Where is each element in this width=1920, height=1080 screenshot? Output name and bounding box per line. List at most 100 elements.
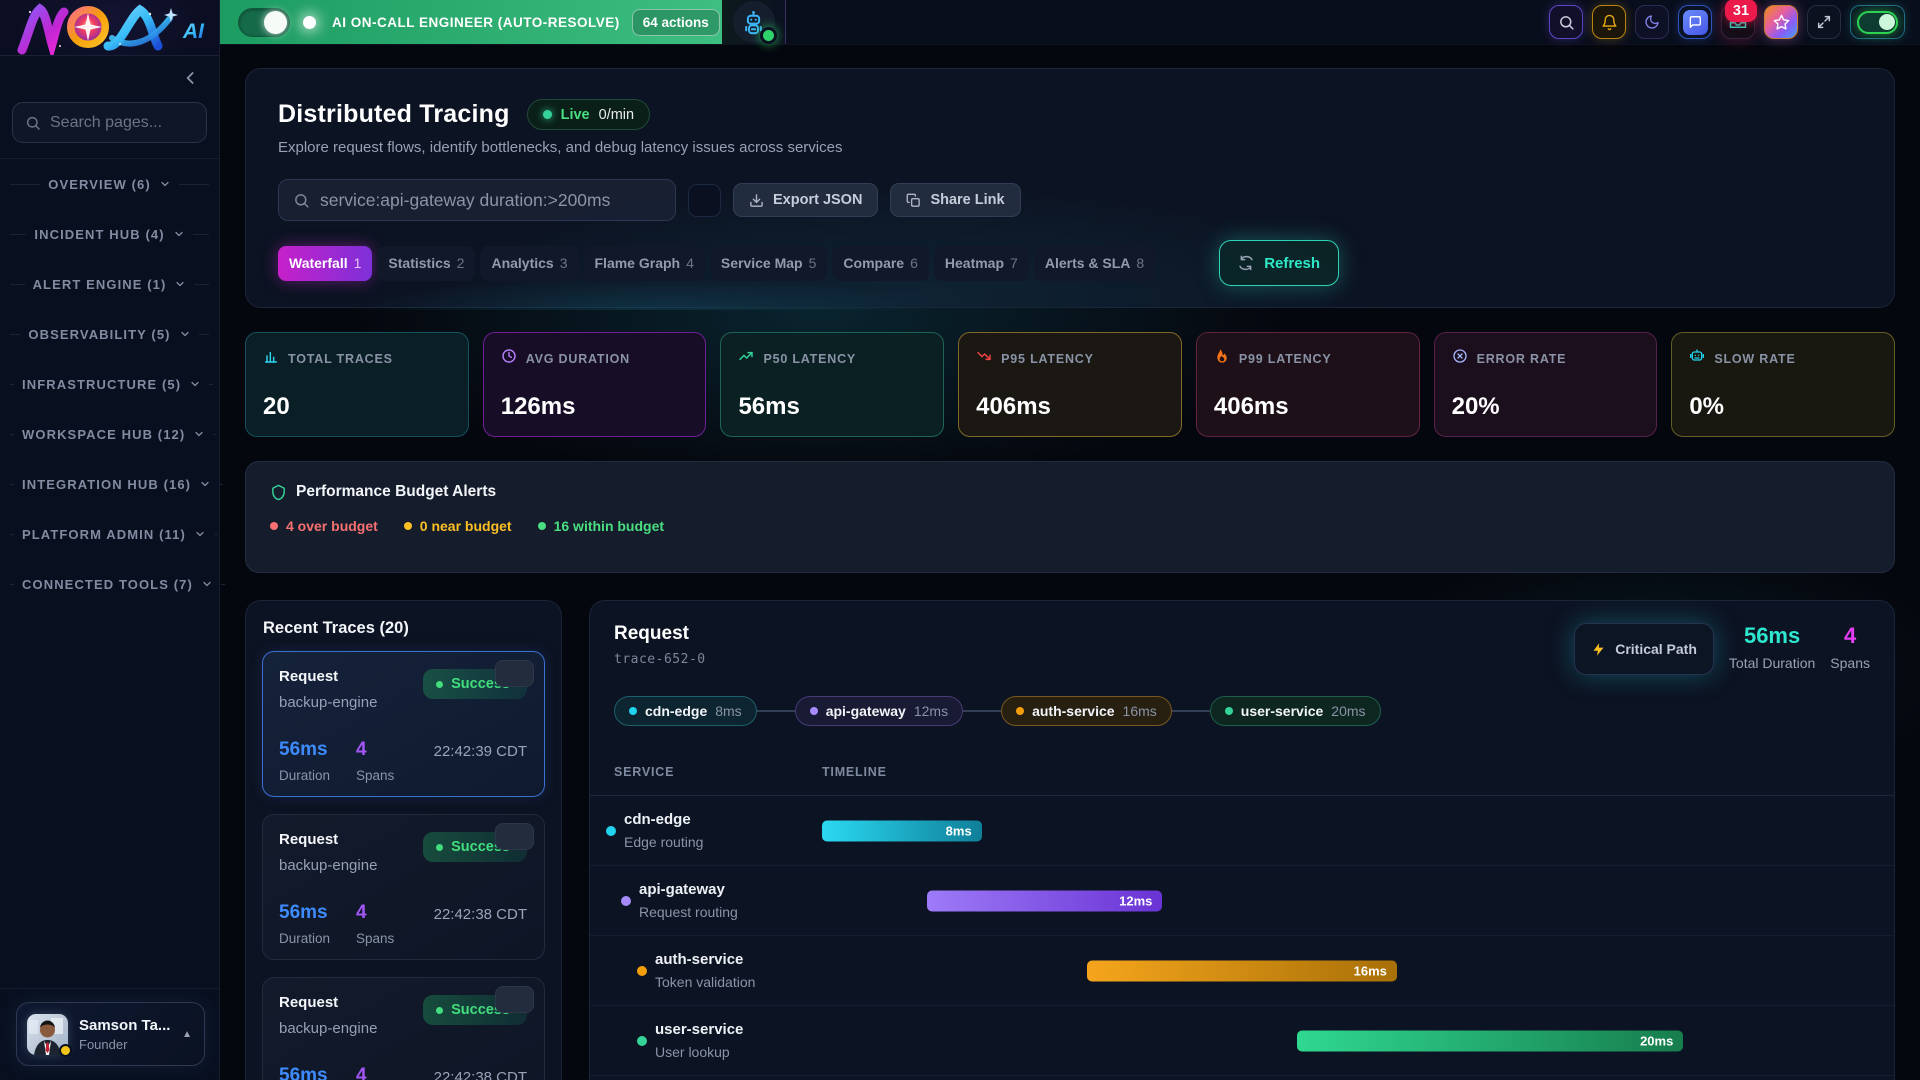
tab-heatmap[interactable]: Heatmap7 — [934, 246, 1029, 281]
status-dot — [270, 522, 278, 530]
tab-alerts-sla[interactable]: Alerts & SLA8 — [1034, 246, 1155, 281]
trace-time: 22:42:38 CDT — [434, 1069, 527, 1080]
expand-icon — [1816, 14, 1832, 30]
span-row-user-service[interactable]: user-serviceUser lookup 20ms — [590, 1006, 1894, 1076]
chat-button[interactable] — [1678, 5, 1712, 39]
robot-icon — [1689, 348, 1705, 369]
budget-near: 0 near budget — [404, 518, 512, 534]
service-chip-cdn-edge[interactable]: cdn-edge8ms — [614, 696, 757, 726]
stat-card-total-traces: TOTAL TRACES 20 — [245, 332, 469, 437]
fullscreen-button[interactable] — [1807, 5, 1841, 39]
sidebar-collapse-button[interactable] — [181, 68, 201, 88]
oncall-toggle[interactable] — [238, 8, 290, 37]
trace-spans: 4 — [356, 902, 394, 924]
chevron-down-icon — [194, 528, 206, 540]
budget-title: Performance Budget Alerts — [296, 483, 496, 501]
topbar: AI ON-CALL ENGINEER (AUTO-RESOLVE) 64 ac… — [220, 0, 1920, 45]
span-bar[interactable]: 12ms — [927, 890, 1163, 911]
tab-waterfall[interactable]: Waterfall1 — [278, 246, 372, 281]
service-chip-auth-service[interactable]: auth-service16ms — [1001, 696, 1172, 726]
tab-flame-graph[interactable]: Flame Graph4 — [584, 246, 705, 281]
service-dot — [637, 966, 647, 976]
status-dot — [538, 522, 546, 530]
topbar-toggle[interactable] — [1850, 5, 1905, 39]
stat-value: 20 — [263, 393, 451, 421]
sidebar-search-input[interactable] — [50, 114, 194, 132]
tab-compare[interactable]: Compare6 — [832, 246, 928, 281]
status-overlay-box — [495, 660, 534, 687]
chevron-down-icon — [173, 228, 185, 240]
chevron-down-icon — [159, 178, 171, 190]
search-icon — [25, 115, 41, 131]
export-json-button[interactable]: Export JSON — [733, 183, 878, 217]
trace-time: 22:42:39 CDT — [434, 743, 527, 760]
sidebar-search[interactable] — [12, 102, 207, 143]
assistant-robot-button[interactable] — [733, 1, 775, 43]
user-card[interactable]: Samson Ta... Founder ▲ — [16, 1002, 205, 1066]
stat-card-avg-duration: AVG DURATION 126ms — [483, 332, 707, 437]
trace-query-box[interactable] — [278, 179, 676, 221]
span-bar[interactable]: 20ms — [1297, 1030, 1683, 1051]
query-option-box[interactable] — [688, 184, 721, 217]
span-row-auth-service[interactable]: auth-serviceToken validation 16ms — [590, 936, 1894, 1006]
topbar-search-button[interactable] — [1549, 5, 1583, 39]
sidebar: AI OVERVIEW (6) INCIDENT HUB (4) ALERT E… — [0, 0, 220, 1080]
sidebar-item-incident-hub[interactable]: INCIDENT HUB (4) — [10, 209, 209, 259]
sidebar-item-platform-admin[interactable]: PLATFORM ADMIN (11) — [10, 509, 209, 559]
theme-toggle-button[interactable] — [1635, 5, 1669, 39]
user-name: Samson Ta... — [79, 1017, 171, 1034]
stat-value: 20% — [1452, 393, 1640, 421]
column-timeline: TIMELINE — [822, 765, 887, 779]
stat-card-p50-latency: P50 LATENCY 56ms — [720, 332, 944, 437]
tab-service-map[interactable]: Service Map5 — [710, 246, 828, 281]
span-bar[interactable]: 8ms — [822, 820, 982, 841]
status-dot — [404, 522, 412, 530]
inbox-button[interactable]: 31 — [1721, 5, 1755, 39]
sidebar-item-observability[interactable]: OBSERVABILITY (5) — [10, 309, 209, 359]
service-chip-api-gateway[interactable]: api-gateway12ms — [795, 696, 963, 726]
trace-spans: 4 — [356, 739, 394, 761]
stat-card-error-rate: ERROR RATE 20% — [1434, 332, 1658, 437]
flame-icon — [1214, 348, 1230, 369]
sidebar-item-workspace-hub[interactable]: WORKSPACE HUB (12) — [10, 409, 209, 459]
live-status-badge: Live 0/min — [527, 99, 650, 130]
tab-analytics[interactable]: Analytics3 — [480, 246, 578, 281]
notification-count-badge: 31 — [1725, 0, 1757, 22]
service-chip-user-service[interactable]: user-service20ms — [1210, 696, 1381, 726]
critical-path-button[interactable]: Critical Path — [1574, 623, 1714, 675]
page-title: Distributed Tracing — [278, 100, 510, 129]
oncall-banner: AI ON-CALL ENGINEER (AUTO-RESOLVE) 64 ac… — [220, 0, 722, 44]
sidebar-item-connected-tools[interactable]: CONNECTED TOOLS (7) — [10, 559, 209, 609]
app-root: AI OVERVIEW (6) INCIDENT HUB (4) ALERT E… — [0, 0, 1920, 1080]
sidebar-item-alert-engine[interactable]: ALERT ENGINE (1) — [10, 259, 209, 309]
favorites-button[interactable] — [1764, 5, 1798, 39]
bar-chart-icon — [263, 348, 279, 369]
sidebar-item-integration-hub[interactable]: INTEGRATION HUB (16) — [10, 459, 209, 509]
trace-card[interactable]: Request backup-engine Success 56msDurati… — [262, 977, 545, 1080]
trace-duration: 56ms — [279, 739, 330, 761]
refresh-button[interactable]: Refresh — [1219, 240, 1339, 286]
logo[interactable]: AI — [0, 0, 219, 56]
trace-card[interactable]: Request backup-engine Success 56msDurati… — [262, 651, 545, 797]
presence-dot — [59, 1044, 72, 1057]
span-count-stat: 4 Spans — [1830, 623, 1870, 671]
share-link-button[interactable]: Share Link — [890, 183, 1020, 217]
main-content: Distributed Tracing Live 0/min Explore r… — [220, 45, 1920, 1080]
actions-count-button[interactable]: 64 actions — [632, 9, 720, 36]
sidebar-item-overview[interactable]: OVERVIEW (6) — [10, 159, 209, 209]
span-bar[interactable]: 16ms — [1087, 960, 1397, 981]
chat-bubble-icon — [1683, 10, 1708, 35]
span-row-api-gateway[interactable]: api-gatewayRequest routing 12ms — [590, 866, 1894, 936]
notifications-button[interactable] — [1592, 5, 1626, 39]
lightning-icon — [1591, 642, 1606, 657]
trace-card[interactable]: Request backup-engine Success 56msDurati… — [262, 814, 545, 960]
view-tabs: Waterfall1 Statistics2 Analytics3 Flame … — [278, 246, 1155, 281]
waterfall-panel: Request trace-652-0 Critical Path 56ms T… — [589, 600, 1895, 1080]
trace-query-input[interactable] — [320, 190, 661, 211]
svg-text:AI: AI — [182, 20, 205, 43]
sidebar-item-infrastructure[interactable]: INFRASTRUCTURE (5) — [10, 359, 209, 409]
tab-statistics[interactable]: Statistics2 — [377, 246, 475, 281]
span-row-cdn-edge[interactable]: cdn-edgeEdge routing 8ms — [590, 796, 1894, 866]
service-dot — [621, 896, 631, 906]
stat-card-p99-latency: P99 LATENCY 406ms — [1196, 332, 1420, 437]
